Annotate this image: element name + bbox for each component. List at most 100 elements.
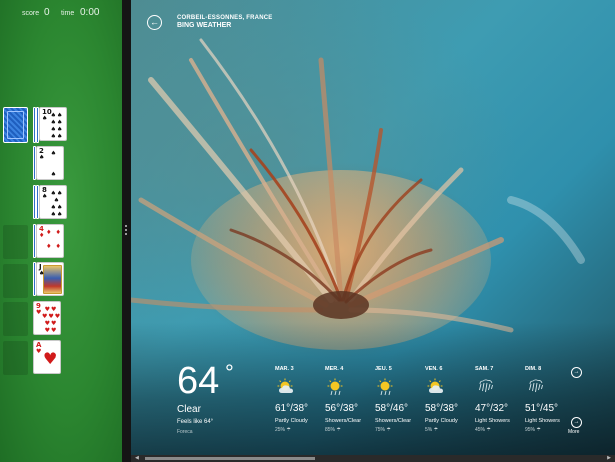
forecast-condition: Partly Cloudy [425,418,458,424]
forecast-day[interactable]: VEN. 6 58°/38° Partly Cloudy 5% ☂ [425,366,475,433]
sun-showers-icon [377,378,393,396]
forecast-temp-range: 47°/32° [475,403,509,414]
forecast-precip: 45% ☂ [475,427,491,433]
horizontal-scrollbar[interactable]: ◀ ▶ [131,455,615,462]
card-suit: ♠ [42,115,48,122]
precip-value: 25% [275,427,286,433]
app-title: BING WEATHER [177,22,232,29]
partly-cloudy-icon [277,378,293,393]
tableau-pile[interactable]: 2 ♠ ♠ ♠ [33,146,66,180]
sun-showers-icon [327,378,343,396]
playing-card[interactable]: 10 ♠ ♠♠ ♠♠ ♠♠ ♠♠ [39,107,67,141]
time-value: 0:00 [80,7,100,18]
current-condition: Clear [177,404,201,415]
forecast-precip: 95% ☂ [525,427,541,433]
forecast-day[interactable]: DIM. 8 51°/45° Light Showers 95% ☂ [525,366,575,433]
forecast-day[interactable]: MAR. 3 61°/38° Partly Cloudy 25% ☂ [275,366,325,433]
card-back-pattern [7,111,24,139]
forecast-day-name: MER. 4 [325,366,344,372]
forecast-precip: 85% ☂ [325,427,341,433]
foundation-slot[interactable] [3,341,28,375]
more-label[interactable]: More [568,429,579,435]
spade-pips-icon: ♠ ♠ [50,150,58,178]
forecast-precip: 25% ☂ [275,427,291,433]
more-arrow-icon[interactable]: → [571,417,582,428]
grip-dot [125,233,127,235]
playing-card[interactable]: 8 ♠ ♠♠ ♠ ♠♠ ♠♠ [39,185,67,219]
degree-symbol: ° [225,360,234,385]
tableau-pile[interactable]: 4 ♦ ♦ ♦ ♦ ♦ [33,224,66,258]
playing-card[interactable]: 9 ♥ ♥♥ ♥♥♥ ♥♥ ♥♥ [33,301,61,335]
card-suit: ♠ [39,270,45,277]
jack-face-icon [43,265,62,294]
snap-splitter[interactable] [122,0,131,462]
foundation-slot[interactable] [3,264,28,298]
forecast-temp-range: 51°/45° [525,403,559,414]
playing-card[interactable]: J ♠ [36,262,64,296]
scroll-left-icon[interactable]: ◀ [135,455,139,462]
forecast-temp-range: 58°/38° [425,403,459,414]
precip-value: 85% [325,427,336,433]
tableau-pile[interactable]: 10 ♠ ♠♠ ♠♠ ♠♠ ♠♠ [33,107,67,143]
card-suit: ♦ [39,232,45,239]
umbrella-icon: ☂ [386,427,391,433]
score-label: score [22,10,40,17]
precip-value: 95% [525,427,536,433]
umbrella-icon: ☂ [336,427,341,433]
tableau-pile[interactable]: 8 ♠ ♠♠ ♠ ♠♠ ♠♠ [33,185,67,219]
umbrella-icon: ☂ [486,427,491,433]
playing-card[interactable]: 2 ♠ ♠ ♠ [36,146,64,180]
forecast-day[interactable]: SAM. 7 47°/32° Light Showers 45% ☂ [475,366,525,433]
tableau-pile[interactable]: 9 ♥ ♥♥ ♥♥♥ ♥♥ ♥♥ [33,301,66,335]
foundation-slot[interactable] [3,302,28,336]
diamond-pips-icon: ♦ ♦ ♦ ♦ [46,229,62,250]
scroll-right-icon[interactable]: ▶ [607,455,611,462]
foundation-slot[interactable] [3,225,28,259]
precip-value: 5% [425,427,433,433]
tableau-pile[interactable]: A ♥ ♥ [33,340,66,374]
solitaire-pane: score 0 time 0:00 10 ♠ ♠♠ ♠♠ ♠♠ ♠♠ 2 ♠ ♠ ♠ 8… [0,0,122,462]
umbrella-icon: ☂ [536,427,541,433]
precip-value: 45% [475,427,486,433]
forecast-day-name: JEU. 5 [375,366,392,372]
rain-icon [479,379,493,393]
forecast-day[interactable]: MER. 4 56°/38° Showers/Clear 85% ☂ [325,366,375,433]
forecast-temp-range: 56°/38° [325,403,359,414]
playing-card[interactable]: 4 ♦ ♦ ♦ ♦ ♦ [36,224,64,258]
forecast-day[interactable]: JEU. 5 58°/46° Showers/Clear 75% ☂ [375,366,425,433]
forecast-day-name: MAR. 3 [275,366,294,372]
weather-pane: ← CORBEIL-ESSONNES, FRANCE BING WEATHER … [131,0,615,462]
current-temp: 64 [177,360,220,402]
partly-cloudy-icon [427,378,443,393]
grip-dot [125,225,127,227]
forecast-temp-range: 61°/38° [275,403,309,414]
back-arrow-icon[interactable]: ← [147,15,162,30]
forecast-condition: Showers/Clear [325,418,362,424]
location-header: CORBEIL-ESSONNES, FRANCE BING WEATHER [177,15,272,29]
location-name: CORBEIL-ESSONNES, FRANCE [177,15,273,21]
card-suit: ♥ [36,348,42,355]
forecast-condition: Light Showers [525,418,560,424]
next-arrow-icon[interactable]: → [571,367,582,378]
heart-icon: ♥ [43,349,58,368]
card-suit: ♥ [36,309,42,316]
rain-icon [529,379,543,393]
forecast-day-name: VEN. 6 [425,366,443,372]
tableau-pile[interactable]: J ♠ [33,262,66,296]
spade-pips-icon: ♠♠ ♠♠ ♠♠ ♠♠ [50,112,64,140]
spade-pips-icon: ♠♠ ♠ ♠♠ ♠♠ [50,190,64,218]
forecast-day-name: DIM. 8 [525,366,542,372]
forecast-day-name: SAM. 7 [475,366,494,372]
scrollbar-thumb[interactable] [145,457,315,460]
umbrella-icon: ☂ [433,427,439,433]
stock-pile[interactable] [3,107,28,143]
playing-card[interactable]: A ♥ ♥ [33,340,61,374]
current-conditions: 64 ° Clear Feels like 64° Foreca [177,360,234,436]
heart-pips-icon: ♥♥ ♥♥♥ ♥♥ ♥♥ [42,306,61,334]
forecast-precip: 5% ☂ [425,427,438,433]
data-source: Foreca [177,429,193,435]
card-suit: ♠ [39,154,45,161]
card-suit: ♠ [42,193,48,200]
forecast-condition: Showers/Clear [375,418,412,424]
forecast-precip: 75% ☂ [375,427,391,433]
